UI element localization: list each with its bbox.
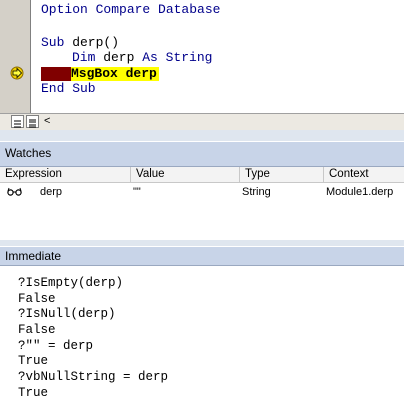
watch-context: Module1.derp bbox=[326, 186, 394, 198]
code-line-dim[interactable]: Dim derp As String bbox=[72, 50, 212, 66]
procedure-view-icon[interactable] bbox=[11, 115, 24, 128]
immediate-line[interactable]: True bbox=[18, 354, 48, 370]
immediate-title: Immediate bbox=[5, 249, 62, 263]
column-header-expression[interactable]: Expression bbox=[0, 167, 131, 183]
current-statement-highlight[interactable]: MsgBox derp bbox=[71, 67, 159, 81]
watches-title: Watches bbox=[5, 146, 52, 160]
as-keyword: As bbox=[142, 50, 158, 65]
column-header-context[interactable]: Context bbox=[324, 167, 404, 183]
code-margin-indicator-bar[interactable] bbox=[0, 0, 30, 113]
watch-value[interactable]: "" bbox=[133, 184, 141, 200]
execution-line-marker bbox=[41, 67, 71, 81]
panel-gap bbox=[0, 130, 404, 141]
code-line-end-sub[interactable]: End Sub bbox=[41, 81, 96, 97]
scroll-left-icon[interactable]: < bbox=[44, 114, 50, 129]
margin-divider bbox=[30, 0, 31, 113]
watch-glasses-icon bbox=[7, 187, 22, 196]
watches-panel[interactable]: Expression Value Type Context derp "" St… bbox=[0, 167, 404, 240]
string-keyword: String bbox=[157, 50, 213, 65]
immediate-line[interactable]: ?IsEmpty(derp) bbox=[18, 276, 123, 292]
immediate-line[interactable]: ?vbNullString = derp bbox=[18, 370, 168, 386]
immediate-title-bar[interactable]: Immediate bbox=[0, 246, 404, 266]
sub-keyword: Sub bbox=[41, 35, 65, 50]
immediate-line[interactable]: False bbox=[18, 323, 56, 339]
watches-title-bar[interactable]: Watches bbox=[0, 141, 404, 167]
watch-expression[interactable]: derp bbox=[40, 184, 62, 200]
dim-variable: derp bbox=[95, 50, 143, 65]
immediate-line[interactable]: ?"" = derp bbox=[18, 339, 93, 355]
dim-keyword: Dim bbox=[72, 50, 96, 65]
code-line-option-compare[interactable]: Option Compare Database bbox=[41, 2, 220, 18]
immediate-line[interactable]: True bbox=[18, 386, 48, 402]
execution-arrow-icon[interactable] bbox=[10, 66, 24, 80]
code-line-sub[interactable]: Sub derp() bbox=[41, 35, 119, 51]
sub-signature: derp() bbox=[64, 35, 120, 50]
full-module-view-icon[interactable] bbox=[26, 115, 39, 128]
column-header-type[interactable]: Type bbox=[240, 167, 324, 183]
code-window[interactable]: Option Compare Database Sub derp() Dim d… bbox=[0, 0, 404, 130]
watch-type: String bbox=[242, 186, 271, 198]
immediate-window[interactable]: ?IsEmpty(derp) False ?IsNull(derp) False… bbox=[0, 266, 404, 407]
column-header-value[interactable]: Value bbox=[131, 167, 240, 183]
code-horizontal-scrollbar[interactable]: < bbox=[0, 113, 404, 130]
immediate-line[interactable]: ?IsNull(derp) bbox=[18, 307, 116, 323]
immediate-line[interactable]: False bbox=[18, 292, 56, 308]
